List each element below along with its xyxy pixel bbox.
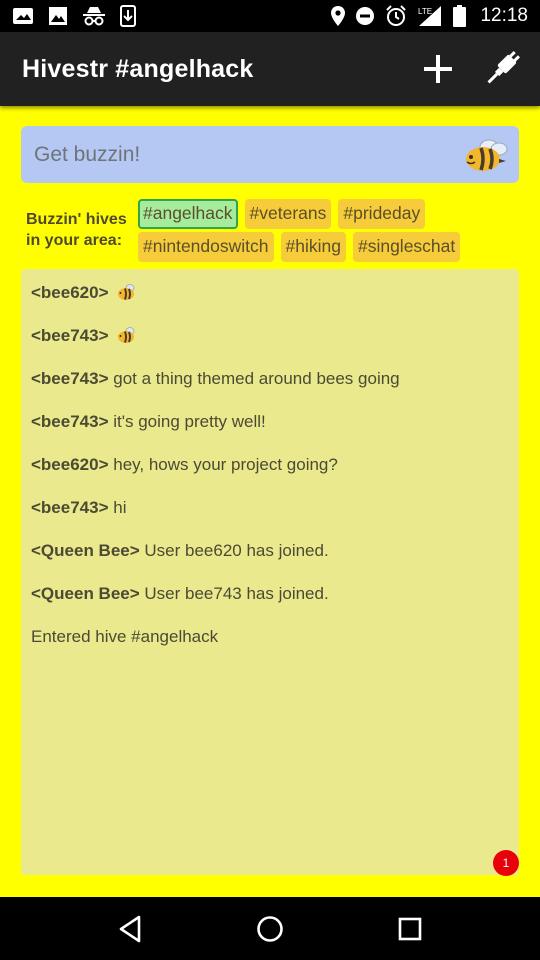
image-icon bbox=[12, 6, 34, 26]
chat-message: <bee743> hi bbox=[31, 498, 126, 518]
incognito-icon bbox=[82, 6, 106, 26]
photo-icon bbox=[48, 6, 68, 26]
navigation-bar bbox=[0, 897, 540, 960]
bee-icon bbox=[116, 283, 138, 306]
add-icon bbox=[424, 55, 452, 83]
lte-label: LTE bbox=[418, 7, 432, 16]
lte-signal-icon: LTE bbox=[417, 5, 443, 27]
system-message: Entered hive #angelhack bbox=[31, 627, 218, 647]
message-user: <bee743> bbox=[31, 412, 109, 431]
message-text: hi bbox=[108, 498, 127, 517]
composer bbox=[21, 126, 519, 183]
hives-label: Buzzin' hives in your area: bbox=[26, 209, 127, 251]
message-text: User bee620 has joined. bbox=[139, 541, 329, 560]
battery-icon bbox=[453, 5, 467, 27]
message-user: <bee743> bbox=[31, 369, 109, 388]
chat-message: <bee743> bbox=[31, 326, 138, 349]
chat-panel[interactable]: <bee620> <bee743> <bee743> got a thing t… bbox=[21, 269, 519, 876]
chat-message: <bee743> it's going pretty well! bbox=[31, 412, 266, 432]
hive-tag-angelhack[interactable]: #angelhack bbox=[138, 199, 238, 229]
app-actions bbox=[408, 39, 540, 99]
chat-message: <bee743> got a thing themed around bees … bbox=[31, 369, 400, 389]
plug-icon bbox=[487, 50, 521, 84]
add-hive-button[interactable] bbox=[408, 39, 468, 99]
recents-icon bbox=[398, 917, 422, 940]
chat-message: <Queen Bee> User bee620 has joined. bbox=[31, 541, 329, 561]
message-user: <bee743> bbox=[31, 498, 109, 517]
message-text: it's going pretty well! bbox=[108, 412, 266, 431]
status-bar: LTE 12:18 bbox=[0, 0, 540, 32]
recents-button[interactable] bbox=[380, 899, 440, 959]
home-button[interactable] bbox=[240, 899, 300, 959]
message-user: <bee743> bbox=[31, 326, 109, 345]
chat-message: <bee620> bbox=[31, 283, 138, 306]
hive-row: #angelhack #veterans #prideday bbox=[138, 199, 426, 229]
do-not-disturb-icon bbox=[355, 6, 375, 26]
clock: 12:18 bbox=[480, 5, 528, 26]
app-bar: Hivestr #angelhack bbox=[0, 32, 540, 106]
message-text: hey, hows your project going? bbox=[108, 455, 338, 474]
back-button[interactable] bbox=[100, 899, 160, 959]
unread-badge[interactable]: 1 bbox=[493, 850, 519, 876]
back-icon bbox=[119, 915, 141, 942]
alarm-icon bbox=[385, 5, 407, 27]
hive-tag-singleschat[interactable]: #singleschat bbox=[352, 232, 461, 262]
message-user: <bee620> bbox=[31, 455, 109, 474]
hive-tag-veterans[interactable]: #veterans bbox=[244, 199, 332, 229]
message-user: <Queen Bee> bbox=[31, 584, 140, 603]
app-title: Hivestr #angelhack bbox=[22, 54, 254, 83]
message-text: User bee743 has joined. bbox=[139, 584, 329, 603]
hive-row: #nintendoswitch #hiking #singleschat bbox=[138, 232, 461, 262]
message-user: <bee620> bbox=[31, 283, 109, 302]
hives-label-line1: Buzzin' hives bbox=[26, 211, 127, 228]
hive-tag-hiking[interactable]: #hiking bbox=[280, 232, 346, 262]
message-user: <Queen Bee> bbox=[31, 541, 140, 560]
connect-button[interactable] bbox=[472, 39, 532, 99]
bee-icon bbox=[116, 326, 138, 349]
chat-message: <Queen Bee> User bee743 has joined. bbox=[31, 584, 329, 604]
message-input[interactable] bbox=[21, 126, 519, 183]
hive-tag-nintendoswitch[interactable]: #nintendoswitch bbox=[138, 232, 274, 262]
message-text: got a thing themed around bees going bbox=[108, 369, 400, 388]
location-icon bbox=[331, 6, 346, 26]
message-text: Entered hive #angelhack bbox=[31, 627, 219, 646]
download-icon bbox=[120, 5, 136, 27]
bee-icon bbox=[466, 139, 508, 171]
system-icons: LTE 12:18 bbox=[331, 5, 528, 27]
notification-icons bbox=[12, 5, 136, 27]
send-bee-button[interactable] bbox=[459, 135, 509, 175]
home-icon bbox=[257, 915, 283, 942]
hive-tag-prideday[interactable]: #prideday bbox=[338, 199, 426, 229]
hives-label-line2: in your area: bbox=[26, 232, 123, 249]
chat-message: <bee620> hey, hows your project going? bbox=[31, 455, 338, 475]
